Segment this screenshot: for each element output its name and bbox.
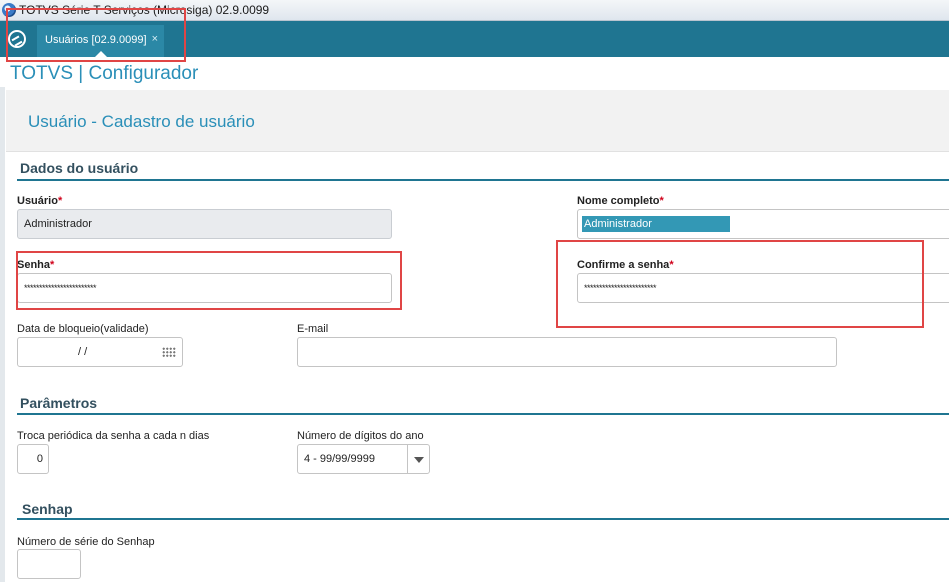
usuario-label: Usuário* <box>17 195 63 207</box>
highlight-box-tab <box>6 8 186 62</box>
left-border <box>0 87 5 582</box>
highlight-box-confirme-senha <box>556 240 924 328</box>
data-bloqueio-value: / / <box>78 346 88 358</box>
section-divider <box>17 179 949 181</box>
highlight-box-senha <box>16 251 402 310</box>
nome-completo-input[interactable]: Administrador <box>577 209 949 239</box>
email-input[interactable] <box>297 337 837 367</box>
usuario-field[interactable]: Administrador <box>17 209 392 239</box>
section-title-senhap: Senhap <box>22 501 73 517</box>
digitos-ano-label: Número de dígitos do ano <box>297 430 424 442</box>
serie-senhap-label: Número de série do Senhap <box>17 536 155 548</box>
required-marker: * <box>57 195 63 207</box>
chevron-down-icon[interactable] <box>407 445 429 473</box>
troca-periodica-label: Troca periódica da senha a cada n dias <box>17 430 210 442</box>
data-bloqueio-input[interactable]: / / <box>17 337 183 367</box>
app-title: TOTVS | Configurador <box>10 63 199 84</box>
section-divider <box>17 413 949 415</box>
calendar-icon[interactable] <box>162 347 176 358</box>
section-title-user-data: Dados do usuário <box>20 160 139 176</box>
section-title-parameters: Parâmetros <box>20 395 98 411</box>
troca-periodica-input[interactable]: 0 <box>17 444 49 474</box>
page-header: Usuário - Cadastro de usuário <box>6 90 949 152</box>
digitos-ano-value: 4 - 99/99/9999 <box>304 453 375 465</box>
digitos-ano-select[interactable]: 4 - 99/99/9999 <box>297 444 430 474</box>
required-marker: * <box>659 195 664 207</box>
data-bloqueio-label: Data de bloqueio(validade) <box>17 323 149 335</box>
nome-completo-label: Nome completo* <box>577 195 664 207</box>
usuario-value: Administrador <box>24 218 92 230</box>
section-divider <box>17 518 949 520</box>
page-title: Usuário - Cadastro de usuário <box>28 112 255 131</box>
troca-periodica-value: 0 <box>36 453 43 465</box>
serie-senhap-input[interactable] <box>17 549 81 579</box>
email-label: E-mail <box>297 323 329 335</box>
nome-completo-value: Administrador <box>582 216 730 232</box>
